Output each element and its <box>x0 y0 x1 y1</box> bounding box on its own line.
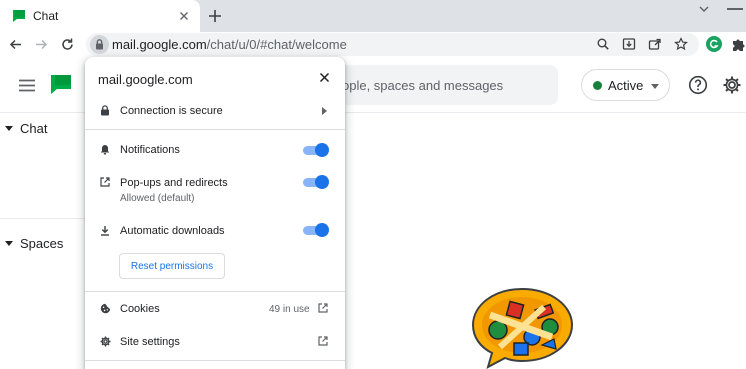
toggle-knob <box>315 223 329 237</box>
site-settings-label: Site settings <box>120 336 180 348</box>
connection-label: Connection is secure <box>120 105 223 117</box>
external-link-icon <box>318 303 328 313</box>
divider <box>85 291 345 292</box>
tab-strip: Chat <box>0 0 746 32</box>
install-app-icon[interactable] <box>622 37 636 51</box>
caret-down-icon <box>651 84 659 89</box>
url-domain: mail.google.com <box>112 37 207 52</box>
browser-toolbar: mail.google.com/chat/u/0/#chat/welcome <box>0 32 746 57</box>
status-dropdown[interactable]: Active <box>581 69 670 101</box>
gear-icon[interactable] <box>722 75 742 95</box>
reload-icon[interactable] <box>60 37 75 52</box>
collapse-triangle-icon <box>5 241 13 246</box>
status-dot <box>593 81 602 90</box>
status-label: Active <box>608 78 644 93</box>
popups-sublabel: Allowed (default) <box>120 193 195 204</box>
spaces-section-label: Spaces <box>20 236 64 251</box>
external-link-icon <box>318 336 328 346</box>
extensions-puzzle-icon[interactable] <box>731 37 746 52</box>
address-bar[interactable]: mail.google.com/chat/u/0/#chat/welcome <box>86 33 699 56</box>
downloads-toggle[interactable] <box>303 223 329 237</box>
bookmark-star-icon[interactable] <box>674 37 688 51</box>
sidebar-divider <box>0 218 86 219</box>
browser-tab[interactable]: Chat <box>0 0 200 32</box>
bell-icon <box>100 144 110 155</box>
popup-domain: mail.google.com <box>98 72 193 87</box>
menu-icon[interactable] <box>19 79 35 92</box>
google-chat-favicon-icon <box>12 9 26 23</box>
search-placeholder: ople, spaces and messages <box>342 78 504 93</box>
cookies-label: Cookies <box>120 303 160 315</box>
help-icon[interactable] <box>688 75 708 95</box>
toggle-knob <box>315 175 329 189</box>
url-path: /chat/u/0/#chat/welcome <box>206 37 347 52</box>
download-icon <box>100 225 110 236</box>
open-in-new-icon <box>100 177 110 187</box>
gear-icon <box>100 336 111 347</box>
forward-arrow-icon[interactable] <box>34 37 49 52</box>
site-info-popup: mail.google.com Connection is secure Not… <box>85 57 345 369</box>
downloads-label: Automatic downloads <box>120 225 225 237</box>
cookies-count: 49 in use <box>269 304 310 315</box>
lock-icon <box>100 105 110 116</box>
reset-permissions-button[interactable]: Reset permissions <box>119 253 225 279</box>
zoom-search-icon[interactable] <box>596 37 610 51</box>
toggle-knob <box>315 143 329 157</box>
grammarly-extension-icon[interactable] <box>706 36 722 52</box>
close-icon[interactable] <box>177 9 191 23</box>
search-input[interactable]: ople, spaces and messages <box>318 65 558 105</box>
url-text[interactable]: mail.google.com/chat/u/0/#chat/welcome <box>112 37 347 52</box>
chat-section-header[interactable]: Chat <box>5 121 47 136</box>
chat-section-label: Chat <box>20 121 48 136</box>
popups-label: Pop-ups and redirects <box>120 177 228 189</box>
collapse-triangle-icon <box>5 126 13 131</box>
close-icon[interactable] <box>319 72 330 83</box>
chat-welcome-illustration <box>470 285 576 369</box>
popups-toggle[interactable] <box>303 175 329 189</box>
share-icon[interactable] <box>648 37 662 51</box>
notifications-label: Notifications <box>120 144 180 156</box>
google-chat-logo <box>49 73 73 95</box>
chevron-down-icon[interactable] <box>697 2 711 16</box>
tab-title: Chat <box>33 9 59 23</box>
notifications-toggle[interactable] <box>303 143 329 157</box>
chevron-right-icon <box>322 107 327 115</box>
lock-icon[interactable] <box>90 35 109 54</box>
divider <box>85 360 345 361</box>
cookie-icon <box>100 303 111 314</box>
back-arrow-icon[interactable] <box>8 37 23 52</box>
minimize-icon[interactable] <box>727 8 743 10</box>
plus-icon[interactable] <box>206 7 224 25</box>
spaces-section-header[interactable]: Spaces <box>5 236 63 251</box>
divider <box>85 129 345 130</box>
